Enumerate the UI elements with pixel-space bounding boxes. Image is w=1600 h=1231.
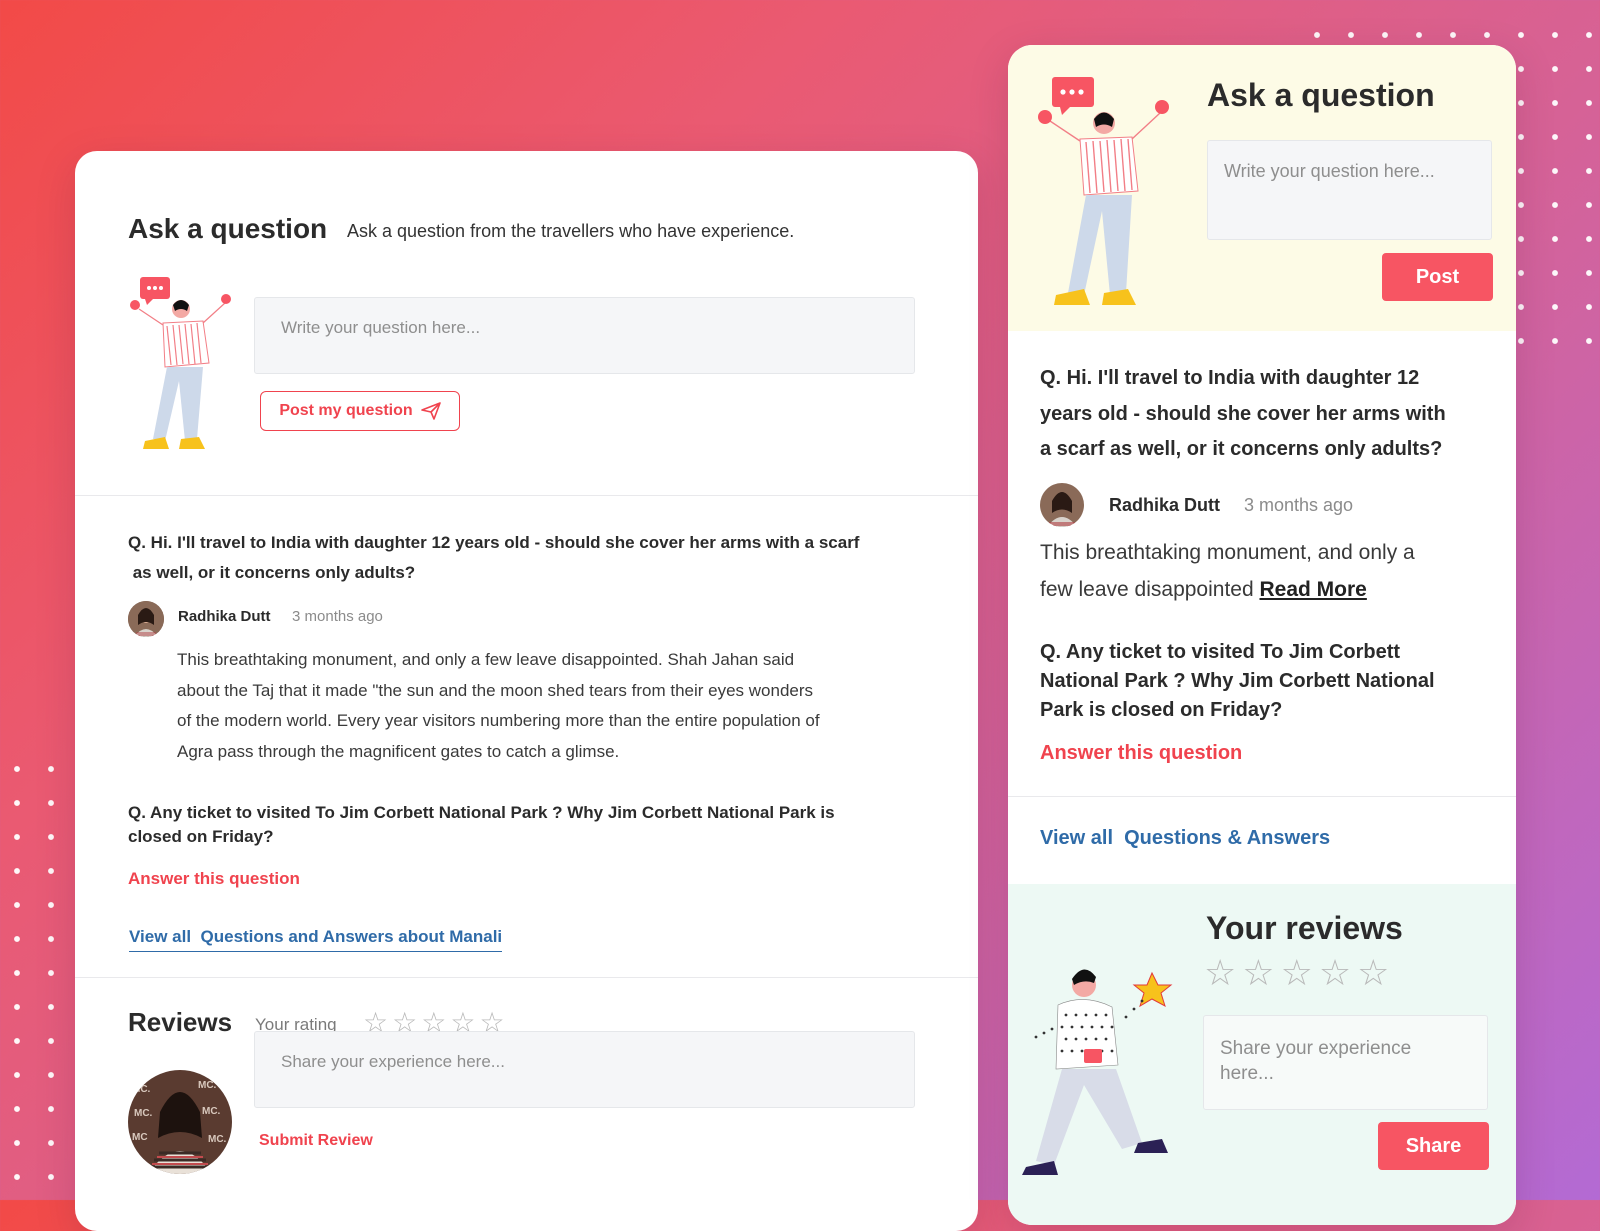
question-2-line: National Park ? Why Jim Corbett National (1040, 670, 1435, 692)
paper-plane-icon (420, 402, 441, 420)
star-icon[interactable]: ☆ (1204, 952, 1236, 994)
divider-ask (75, 495, 978, 496)
share-button[interactable]: Share (1378, 1122, 1489, 1170)
ask-question-subtitle: Ask a question from the travellers who h… (347, 221, 795, 241)
star-icon[interactable]: ☆ (1242, 952, 1274, 994)
answer-author-name: Radhika Dutt (1109, 495, 1221, 515)
review-input-placeholder: Share your experience (1220, 1038, 1412, 1059)
review-input-placeholder: Share your experience here... (281, 1052, 505, 1071)
review-input[interactable]: Share your experience here... (254, 1031, 915, 1108)
review-input-placeholder: here... (1220, 1063, 1274, 1084)
divider (1008, 796, 1516, 797)
question-input[interactable]: Write your question here... (254, 297, 915, 374)
star-icon[interactable]: ☆ (1357, 952, 1389, 994)
review-input[interactable]: Share your experience here... (1203, 1015, 1488, 1110)
answer-1-line1: This breathtaking monument, and only a (1040, 541, 1415, 564)
svg-text:MC.: MC. (132, 1084, 151, 1095)
question-input[interactable]: Write your question here... (1207, 140, 1492, 240)
answer-1-line2-text: few leave disappointed (1040, 578, 1254, 601)
answer-this-question-link[interactable]: Answer this question (1040, 742, 1242, 765)
question-1-line1: Q. Hi. I'll travel to India with daughte… (128, 533, 860, 552)
view-all-questions-link[interactable]: View all Questions & Answers (1040, 827, 1330, 850)
divider-reviews (75, 977, 978, 978)
submit-review-button[interactable]: Submit Review (259, 1132, 373, 1150)
ask-question-title: Ask a question (1207, 77, 1435, 113)
answer-1-line2: few leave disappointed Read More (1040, 571, 1490, 608)
question-1-text: Q. Hi. I'll travel to India with daughte… (1040, 361, 1490, 468)
avatar (1040, 483, 1084, 527)
star-icon[interactable]: ☆ (1319, 952, 1351, 994)
question-1-text: Q. Hi. I'll travel to India with daughte… (128, 528, 908, 588)
answer-1-text: This breathtaking monument, and only a f… (1040, 534, 1490, 608)
post-button[interactable]: Post (1382, 253, 1493, 301)
qa-mobile-card: Ask a question Write your question here.… (1008, 45, 1516, 1225)
question-2-text: Q. Any ticket to visited To Jim Corbett … (128, 801, 908, 849)
qa-desktop-card: Ask a question Ask a question from the t… (75, 151, 978, 1231)
answer-this-question-link[interactable]: Answer this question (128, 869, 300, 889)
view-all-questions-link[interactable]: View all Questions and Answers about Man… (129, 927, 503, 952)
star-icon[interactable]: ☆ (1281, 952, 1313, 994)
question-1-line: Q. Hi. I'll travel to India with daughte… (1040, 367, 1420, 389)
svg-text:MC.: MC. (202, 1106, 221, 1117)
question-input-placeholder: Write your question here... (1224, 161, 1435, 181)
person-reviewing-illustration (1022, 969, 1173, 1175)
question-1-line2: as well, or it concerns only adults? (128, 563, 416, 582)
read-more-link[interactable]: Read More (1260, 578, 1367, 601)
answer-1-text: This breathtaking monument, and only a f… (177, 645, 917, 767)
answer-1-line: This breathtaking monument, and only a f… (177, 650, 795, 669)
answer-1-line: of the modern world. Every year visitors… (177, 711, 820, 730)
answer-author-name: Radhika Dutt (178, 608, 271, 625)
question-2-line1: Q. Any ticket to visited To Jim Corbett … (128, 803, 835, 822)
rating-stars[interactable]: ☆ ☆ ☆ ☆ ☆ (1204, 952, 1389, 994)
question-1-line: a scarf as well, or it concerns only adu… (1040, 438, 1443, 460)
question-input-placeholder: Write your question here... (281, 318, 481, 337)
svg-text:MC.: MC. (198, 1080, 217, 1091)
avatar (128, 601, 164, 637)
question-2-line2: closed on Friday? (128, 827, 274, 846)
question-2-text: Q. Any ticket to visited To Jim Corbett … (1040, 638, 1490, 725)
person-asking-illustration (1038, 77, 1169, 305)
question-2-line: Park is closed on Friday? (1040, 699, 1283, 721)
answer-1-line: about the Taj that it made "the sun and … (177, 680, 814, 700)
svg-text:MC.: MC. (208, 1134, 227, 1145)
answer-1-line: Agra pass through the magnificent gates … (177, 741, 620, 761)
decorative-dots-bottom-left (0, 752, 72, 1200)
svg-text:MC.: MC. (134, 1108, 153, 1119)
post-my-question-label: Post my question (279, 402, 413, 419)
ask-question-title: Ask a question (128, 213, 328, 244)
reviews-title: Reviews (128, 1007, 233, 1037)
answer-timestamp: 3 months ago (292, 608, 383, 625)
person-asking-illustration (130, 277, 231, 449)
answer-timestamp: 3 months ago (1244, 495, 1354, 515)
your-reviews-title: Your reviews (1206, 910, 1403, 946)
svg-text:MC: MC (132, 1132, 148, 1143)
reviewer-avatar: MC. MC. MC. MC. MC MC. (128, 1070, 232, 1174)
post-my-question-button[interactable]: Post my question (260, 391, 460, 431)
question-1-line: years old - should she cover her arms wi… (1040, 402, 1446, 425)
question-2-line: Q. Any ticket to visited To Jim Corbett (1040, 641, 1401, 663)
